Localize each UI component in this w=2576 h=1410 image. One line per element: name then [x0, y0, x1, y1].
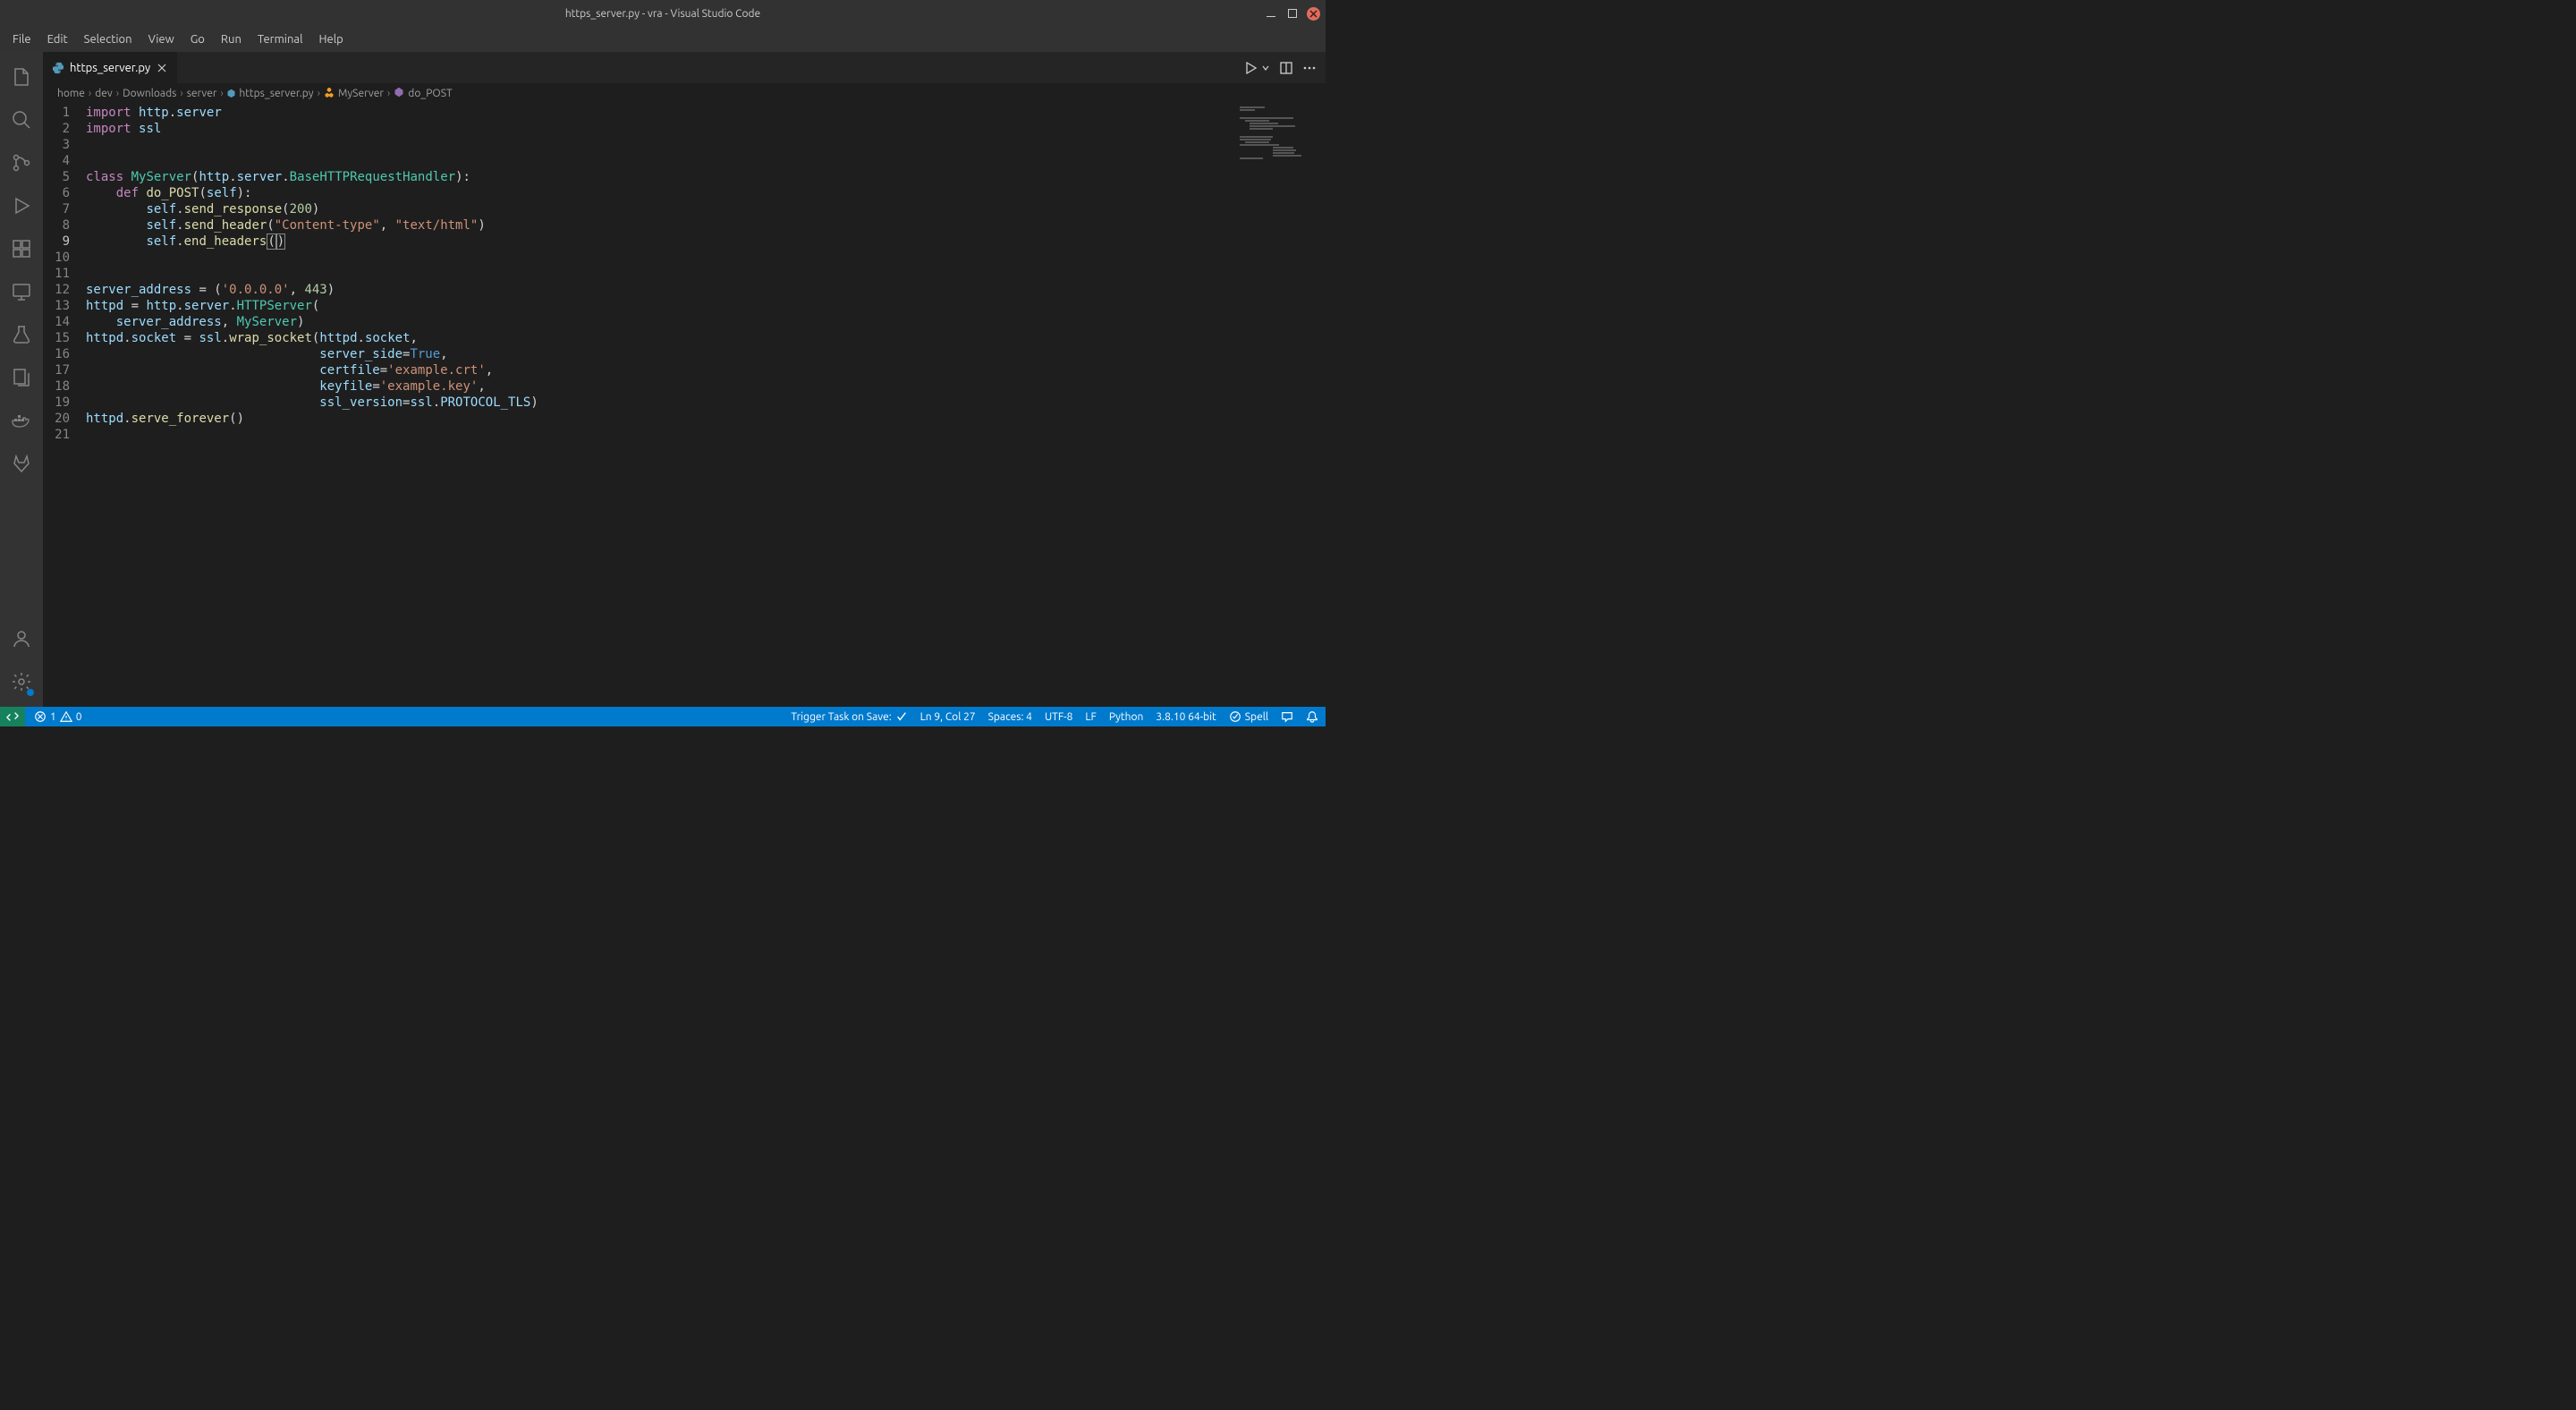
maximize-button[interactable] — [1285, 6, 1300, 21]
cursor-position[interactable]: Ln 9, Col 27 — [920, 711, 976, 723]
activity-bar — [0, 52, 43, 707]
tab-close-icon[interactable] — [156, 62, 168, 74]
title-bar: https_server.py - vra - Visual Studio Co… — [0, 0, 1326, 27]
run-dropdown-icon[interactable] — [1261, 64, 1270, 72]
menu-run[interactable]: Run — [214, 30, 249, 49]
editor-area: https_server.py h — [43, 52, 1326, 707]
window-controls — [1264, 6, 1320, 21]
notifications-icon[interactable] — [1306, 710, 1318, 723]
language-mode[interactable]: Python — [1109, 711, 1144, 723]
menu-file[interactable]: File — [5, 30, 38, 49]
settings-badge — [27, 689, 34, 696]
encoding[interactable]: UTF-8 — [1045, 711, 1072, 723]
bc-server[interactable]: server — [187, 88, 217, 99]
class-icon — [324, 87, 335, 100]
bc-downloads[interactable]: Downloads — [123, 88, 176, 99]
menu-bar: File Edit Selection View Go Run Terminal… — [0, 27, 1326, 52]
code-content[interactable]: import http.serverimport sslclass MyServ… — [86, 103, 1326, 707]
warning-count: 0 — [76, 711, 82, 723]
status-bar: 1 0 Trigger Task on Save: Ln 9, Col 27 S… — [0, 707, 1326, 726]
spell-check[interactable]: Spell — [1229, 710, 1268, 723]
menu-go[interactable]: Go — [183, 30, 212, 49]
bc-home[interactable]: home — [57, 88, 85, 99]
references-icon[interactable] — [0, 360, 43, 395]
more-actions-icon[interactable] — [1302, 61, 1317, 75]
method-icon — [394, 87, 404, 100]
settings-icon[interactable] — [0, 664, 43, 700]
python-file-icon: ⬢ — [227, 88, 236, 99]
chevron-right-icon: › — [220, 88, 223, 99]
bc-dev[interactable]: dev — [95, 88, 113, 99]
chevron-right-icon: › — [180, 88, 182, 99]
window-title: https_server.py - vra - Visual Studio Co… — [565, 8, 760, 20]
feedback-icon[interactable] — [1281, 710, 1293, 723]
eol[interactable]: LF — [1085, 711, 1096, 723]
menu-edit[interactable]: Edit — [40, 30, 75, 49]
extensions-icon[interactable] — [0, 231, 43, 267]
search-icon[interactable] — [0, 102, 43, 138]
trigger-task-item[interactable]: Trigger Task on Save: — [791, 710, 907, 723]
bc-method[interactable]: do_POST — [408, 88, 452, 99]
minimize-button[interactable] — [1264, 6, 1278, 21]
split-editor-icon[interactable] — [1279, 61, 1293, 75]
python-interpreter[interactable]: 3.8.10 64-bit — [1156, 711, 1216, 723]
testing-icon[interactable] — [0, 317, 43, 352]
problems-indicator[interactable]: 1 0 — [34, 710, 82, 723]
python-file-icon — [52, 62, 64, 74]
menu-terminal[interactable]: Terminal — [250, 30, 310, 49]
docker-icon[interactable] — [0, 403, 43, 438]
source-control-icon[interactable] — [0, 145, 43, 181]
indentation[interactable]: Spaces: 4 — [988, 711, 1032, 723]
editor-actions — [1243, 52, 1326, 83]
remote-indicator[interactable] — [0, 707, 25, 726]
menu-selection[interactable]: Selection — [77, 30, 140, 49]
menu-help[interactable]: Help — [311, 30, 350, 49]
run-file-icon[interactable] — [1243, 61, 1258, 75]
explorer-icon[interactable] — [0, 59, 43, 95]
tab-label: https_server.py — [70, 62, 150, 74]
chevron-right-icon: › — [318, 88, 320, 99]
bc-class[interactable]: MyServer — [338, 88, 384, 99]
line-numbers: 123456789101112131415161718192021 — [43, 103, 86, 707]
run-debug-icon[interactable] — [0, 188, 43, 224]
bc-file[interactable]: https_server.py — [239, 88, 313, 99]
minimap[interactable] — [1236, 103, 1326, 707]
accounts-icon[interactable] — [0, 621, 43, 657]
close-button[interactable] — [1307, 7, 1320, 21]
chevron-right-icon: › — [89, 88, 91, 99]
breadcrumb[interactable]: home › dev › Downloads › server › ⬢ http… — [43, 83, 1326, 103]
remote-explorer-icon[interactable] — [0, 274, 43, 310]
chevron-right-icon: › — [116, 88, 119, 99]
menu-view[interactable]: View — [141, 30, 182, 49]
chevron-right-icon: › — [387, 88, 390, 99]
error-count: 1 — [50, 711, 56, 723]
tab-https-server[interactable]: https_server.py — [43, 52, 178, 83]
tab-bar: https_server.py — [43, 52, 1326, 83]
gitlab-icon[interactable] — [0, 446, 43, 481]
code-editor[interactable]: 123456789101112131415161718192021 import… — [43, 103, 1326, 707]
